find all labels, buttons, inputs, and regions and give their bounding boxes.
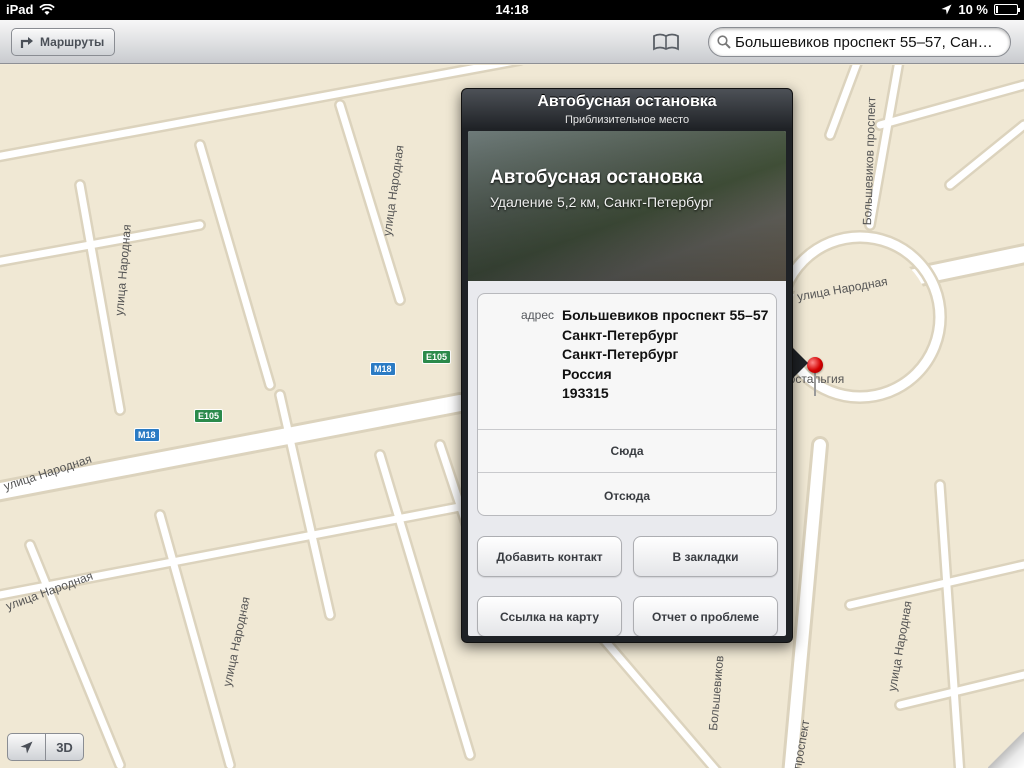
routes-button[interactable]: Маршруты: [11, 28, 116, 56]
address-line: Санкт-Петербург: [562, 326, 679, 343]
road-shield: E105: [422, 350, 452, 364]
map-controls: 3D: [7, 733, 84, 761]
pin-stem: [814, 372, 816, 396]
current-location-button[interactable]: [8, 734, 46, 760]
search-icon: [717, 35, 731, 49]
routes-label: Маршруты: [40, 35, 105, 49]
page-curl-button[interactable]: [988, 732, 1024, 768]
address-group: адрес Большевиков проспект 55–57 Санкт-П…: [477, 293, 777, 516]
location-arrow-icon: [20, 741, 33, 753]
book-icon[interactable]: [652, 32, 680, 52]
address-line: Санкт-Петербург: [562, 346, 679, 362]
turn-arrow-icon: [20, 37, 33, 48]
battery-percent: 10 %: [958, 2, 988, 17]
location-services-icon: [941, 4, 952, 15]
directions-from-button[interactable]: Отсюда: [478, 474, 776, 517]
report-problem-button[interactable]: Отчет о проблеме: [633, 596, 778, 636]
maps-toolbar: Маршруты: [0, 20, 1024, 64]
search-input[interactable]: [735, 33, 1007, 51]
clock: 14:18: [495, 2, 529, 17]
place-info-popover: Автобусная остановка Приблизительное мес…: [461, 88, 793, 643]
satellite-preview-image: Автобусная остановка Удаление 5,2 км, Са…: [468, 131, 786, 281]
share-link-button[interactable]: Ссылка на карту: [477, 596, 622, 636]
popover-title: Автобусная остановка: [537, 93, 717, 110]
road-shield: M18: [370, 362, 396, 376]
address-lines: Большевиков проспект 55–57 Санкт-Петербу…: [562, 306, 772, 404]
address-line: Большевиков проспект 55–57: [562, 307, 769, 323]
place-title: Автобусная остановка: [490, 167, 703, 188]
search-field[interactable]: [708, 27, 1011, 57]
status-bar: iPad 14:18 10 %: [0, 0, 1024, 20]
popover-content: Автобусная остановка Удаление 5,2 км, Са…: [468, 131, 786, 636]
battery-icon: [994, 4, 1020, 15]
address-line: Россия: [562, 365, 612, 382]
place-distance: Удаление 5,2 км, Санкт-Петербург: [490, 194, 714, 210]
road-shield: E105: [194, 409, 224, 423]
popover-subtitle: Приблизительное место: [564, 114, 690, 126]
address-label: адрес: [520, 308, 554, 322]
map-pin-icon[interactable]: [807, 357, 823, 373]
bookmark-button[interactable]: В закладки: [633, 536, 778, 577]
view-3d-button[interactable]: 3D: [46, 734, 83, 760]
directions-here-button[interactable]: Сюда: [478, 430, 776, 473]
address-line: 193315: [562, 385, 609, 401]
address-row[interactable]: адрес Большевиков проспект 55–57 Санкт-П…: [478, 294, 776, 430]
add-contact-button[interactable]: Добавить контакт: [477, 536, 622, 577]
road-shield: M18: [134, 428, 160, 442]
